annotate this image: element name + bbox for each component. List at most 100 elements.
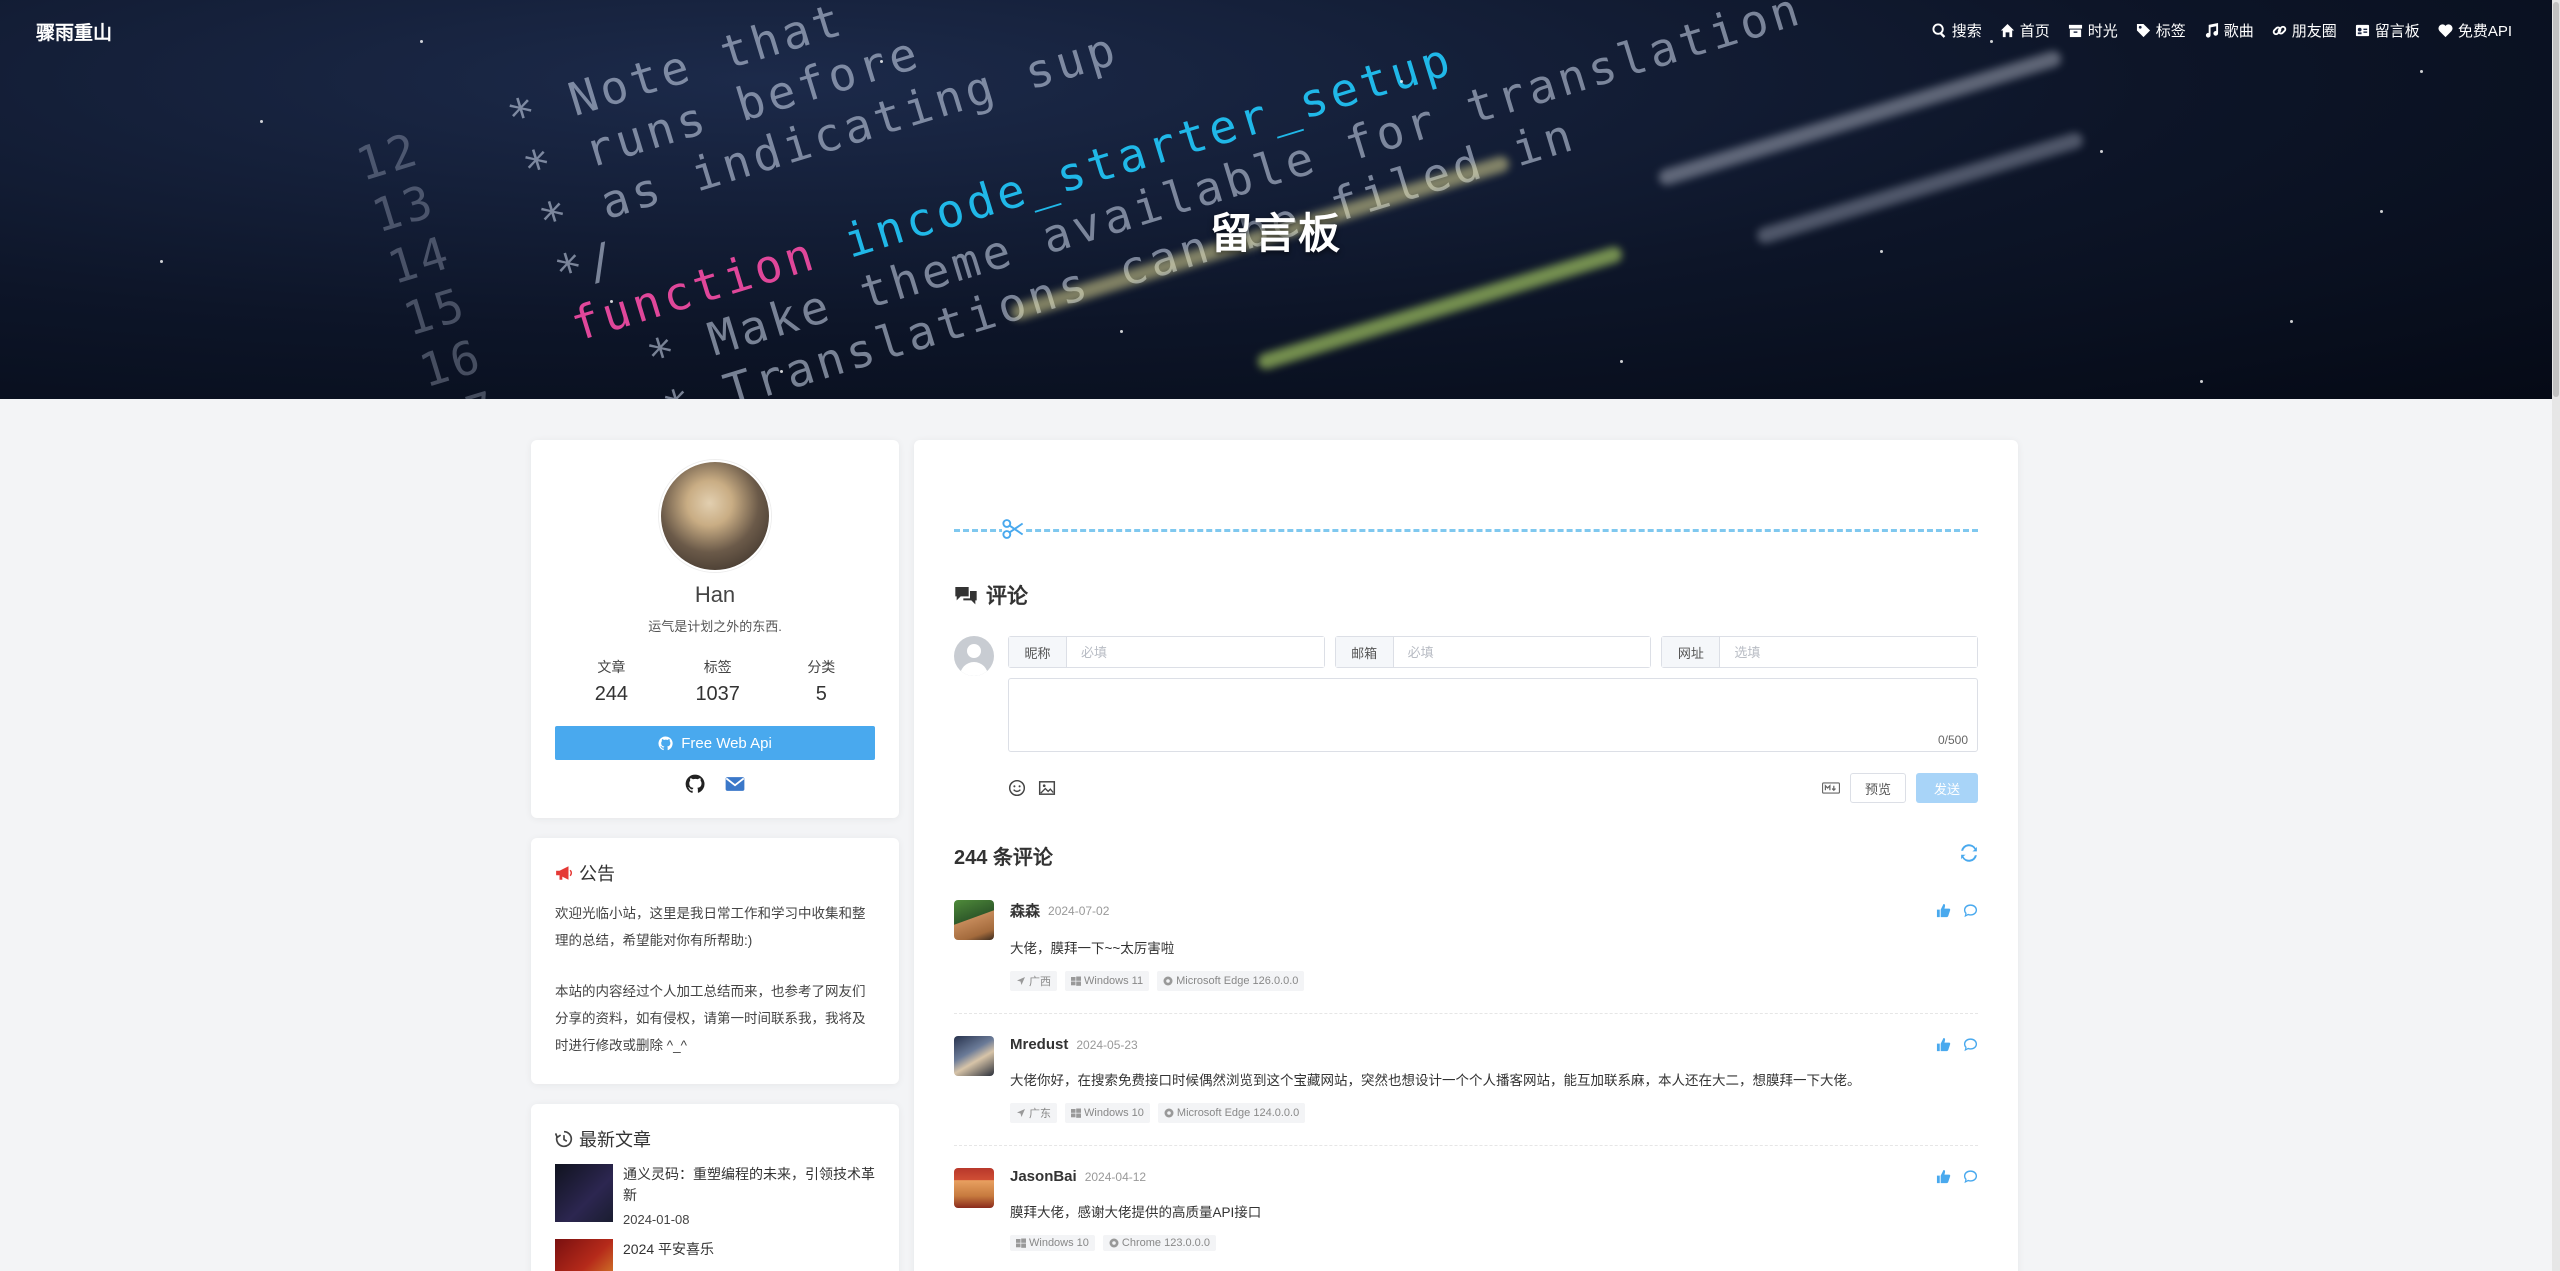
like-icon[interactable] [1936,1169,1951,1184]
commenter-avatar[interactable] [954,1168,994,1208]
post-date: 2024-01-08 [623,1212,690,1227]
nick-label: 昵称 [1009,637,1067,667]
refresh-button[interactable] [1960,843,1978,868]
char-counter: 0/500 [1937,733,1968,747]
windows-icon [1016,1238,1026,1248]
reply-icon[interactable] [1963,903,1978,918]
commenter-name[interactable]: JasonBai [1010,1168,1077,1185]
site-title[interactable]: 骤雨重山 [36,18,112,45]
commenter-avatar[interactable] [954,900,994,940]
comment-text: 膜拜大佬，感谢大佬提供的高质量API接口 [1010,1205,1262,1220]
browser-icon [1109,1238,1119,1248]
recent-posts-card: 最新文章 通义灵码：重塑编程的未来，引领技术革新 2024-01-08 2024… [531,1104,899,1271]
commenter-name[interactable]: 森森 [1010,900,1040,921]
nav-friends[interactable]: 朋友圈 [2272,20,2337,41]
url-label: 网址 [1662,637,1721,667]
stat-label: 文章 [597,659,626,675]
location-text: 广东 [1029,1108,1051,1120]
markdown-icon[interactable] [1821,779,1840,797]
search-icon [1932,23,1945,38]
recent-posts-title: 最新文章 [555,1126,875,1152]
tag-icon [2136,23,2150,38]
stat-articles[interactable]: 文章 244 [595,657,628,706]
home-icon [2000,23,2014,38]
nav-free-api-label: 免费API [2457,23,2512,40]
mail-icon[interactable] [725,774,745,794]
archive-icon [2068,24,2082,38]
github-icon[interactable] [685,774,705,794]
comments-icon [955,587,977,605]
nav-free-api[interactable]: 免费API [2438,20,2512,41]
nav-guestbook[interactable]: 留言板 [2355,20,2420,41]
stat-categories[interactable]: 分类 5 [807,657,835,706]
stat-value: 244 [594,683,629,705]
social-links [531,774,899,794]
commenter-name[interactable]: Mredust [1010,1036,1068,1053]
recent-post[interactable]: 2024 平安喜乐 [555,1239,875,1271]
page-scrollbar[interactable] [2552,0,2560,1271]
os-tag: Windows 11 [1065,971,1150,991]
nav-friends-label: 朋友圈 [2291,23,2337,40]
nick-input[interactable] [1067,637,1324,667]
comment-date: 2024-07-02 [1048,903,1110,918]
stat-tags[interactable]: 标签 1037 [695,657,740,706]
profile-stats: 文章 244 标签 1037 分类 5 [561,657,869,706]
profile-name: Han [694,582,736,607]
os-text: Windows 11 [1084,975,1144,987]
location-icon [1017,1109,1025,1117]
emoji-icon[interactable] [1008,779,1026,797]
mail-field: 邮箱 [1334,636,1652,668]
free-web-api-button[interactable]: Free Web Api [555,726,875,760]
like-icon[interactable] [1936,903,1951,918]
location-text: 广西 [1029,976,1051,988]
comment-item: Mredust 2024-05-23 大佬你好，在搜索免费接口时候偶然浏览到这个… [954,1036,1978,1146]
mail-input[interactable] [1393,637,1651,667]
nav-home[interactable]: 首页 [2000,20,2050,41]
comment-textarea[interactable] [1008,678,1978,752]
profile-card: Han 运气是计划之外的东西. 文章 244 标签 1037 分类 5 Free… [531,440,899,818]
nick-field: 昵称 [1008,636,1325,668]
reply-icon[interactable] [1963,1037,1978,1052]
commenter-avatar[interactable] [954,1036,994,1076]
guestbook-icon [2355,24,2369,37]
reply-icon[interactable] [1963,1169,1978,1184]
megaphone-icon [556,866,573,880]
like-icon[interactable] [1936,1037,1951,1052]
notice-card: 公告 欢迎光临小站，这里是我日常工作和学习中收集和整理的总结，希望能对你有所帮助… [531,838,899,1084]
nav-music-label: 歌曲 [2223,23,2254,40]
nav-music[interactable]: 歌曲 [2204,20,2254,41]
browser-text: Microsoft Edge 124.0.0.0 [1176,1107,1300,1119]
nav-search[interactable]: 搜索 [1932,20,1982,41]
image-icon[interactable] [1038,779,1056,797]
mail-label: 邮箱 [1335,637,1394,667]
browser-tag: Microsoft Edge 126.0.0.0 [1157,971,1305,991]
comments-count: 244 条评论 [954,847,1053,869]
preview-button[interactable]: 预览 [1849,773,1906,803]
os-tag: Windows 10 [1010,1235,1095,1251]
hero-banner: 12 * Note that 13 * runs before 14 * as … [0,0,2552,399]
avatar[interactable] [659,460,771,572]
post-title[interactable]: 2024 平安喜乐 [623,1239,714,1260]
nav-tags[interactable]: 标签 [2136,20,2186,41]
url-input[interactable] [1720,637,1978,667]
nav-search-label: 搜索 [1951,23,1982,40]
send-button[interactable]: 发送 [1915,773,1978,803]
browser-tag: Chrome 123.0.0.0 [1102,1235,1216,1251]
post-title[interactable]: 通义灵码：重塑编程的未来，引领技术革新 [623,1164,875,1206]
guestbook-main: 评论 昵称 邮箱 网址 0/50 [914,440,2018,1271]
free-web-api-label: Free Web Api [681,734,772,752]
os-text: Windows 10 [1084,1107,1144,1119]
link-icon [2272,25,2287,36]
post-thumbnail[interactable] [555,1239,613,1271]
notice-paragraph: 欢迎光临小站，这里是我日常工作和学习中收集和整理的总结，希望能对你有所帮助:) [555,906,866,948]
browser-tag: Microsoft Edge 124.0.0.0 [1157,1103,1306,1123]
nav-guestbook-label: 留言板 [2374,23,2420,40]
nav-archive[interactable]: 时光 [2068,20,2118,41]
browser-icon [1164,1108,1174,1118]
post-thumbnail[interactable] [555,1164,613,1222]
stat-value: 1037 [695,683,740,705]
stat-label: 标签 [703,659,732,675]
recent-post[interactable]: 通义灵码：重塑编程的未来，引领技术革新 2024-01-08 [555,1164,875,1227]
url-field: 网址 [1661,636,1979,668]
scrollbar-thumb[interactable] [2553,2,2559,397]
